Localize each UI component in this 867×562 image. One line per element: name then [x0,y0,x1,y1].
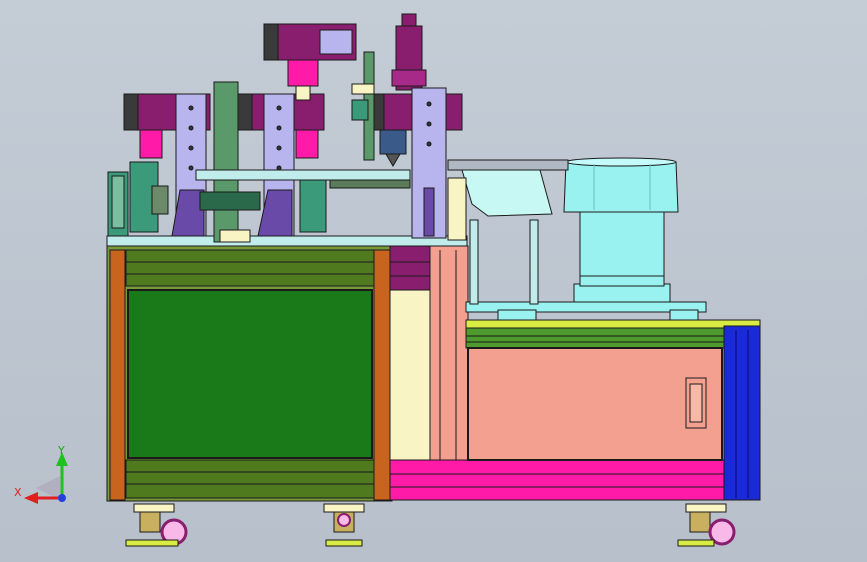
track-hopper [461,169,553,217]
x-axis-label: X [14,486,22,499]
dispenser-station[interactable] [351,13,463,239]
middle-frame-post [373,249,391,501]
left-guide-post [213,81,239,243]
center-press-head [295,129,319,159]
salmon-post [429,245,469,463]
left-press-head [139,129,163,159]
caster-center [323,503,365,547]
shaft-coupler [199,191,261,211]
feeder-foot [573,283,671,303]
left-press-station[interactable] [123,81,239,243]
yellow-top-rail [465,319,761,329]
feeder-column [579,211,665,287]
vibratory-feeder[interactable] [447,157,707,321]
magenta-base-rail [389,459,727,501]
left-cabinet[interactable] [106,245,393,502]
top-rail [125,249,375,287]
right-cabinet-door[interactable] [467,347,723,461]
left-frame-post [109,249,126,501]
linear-track [447,159,569,171]
bottom-rail [125,459,375,499]
access-door-panel[interactable] [127,289,373,459]
z-axis-dot [58,494,66,502]
purple-strip [389,245,433,291]
green-rail [465,327,725,349]
cad-viewport[interactable]: Y X [0,0,867,562]
caster-right [677,503,736,547]
machine-assembly-drawing: Y X [14,13,761,547]
caster-left [125,503,188,547]
upper-shaft [195,169,411,181]
y-axis-label: Y [57,444,65,457]
feeder-bowl [563,161,679,213]
axis-triad-icon[interactable]: Y X [14,444,68,504]
cream-panel [389,289,431,461]
blue-corner-post [723,325,761,501]
